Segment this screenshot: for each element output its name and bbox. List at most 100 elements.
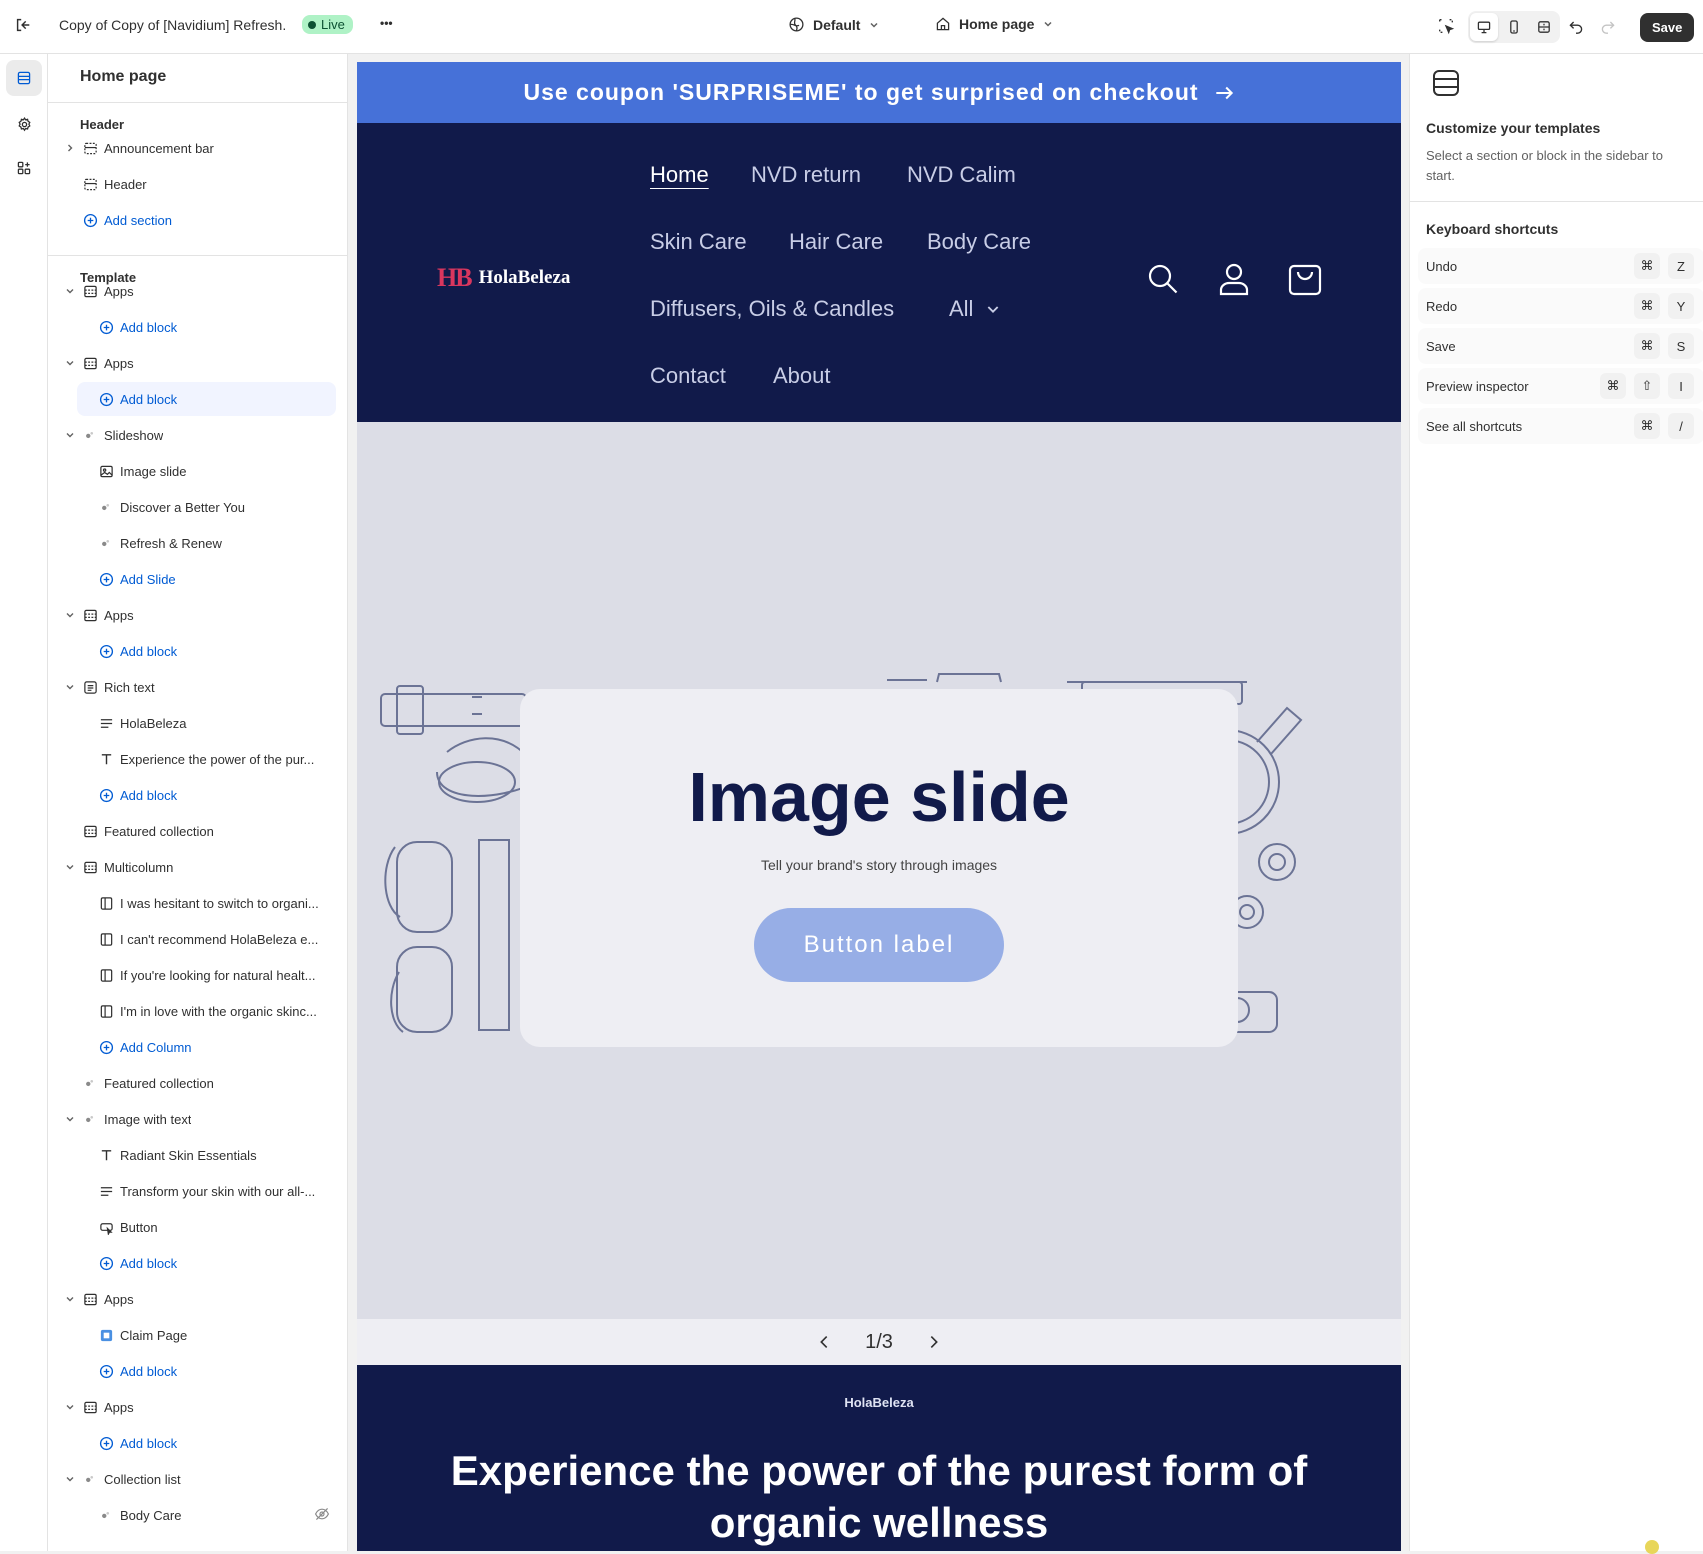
exit-icon[interactable] xyxy=(9,11,37,39)
block-row[interactable]: Claim Page xyxy=(48,1317,347,1353)
section-row[interactable]: Collection list xyxy=(48,1461,347,1497)
section-row[interactable]: Featured collection xyxy=(48,1065,347,1101)
block-row[interactable]: Image slide xyxy=(48,453,347,489)
desktop-icon[interactable] xyxy=(1470,13,1498,41)
row-label: Announcement bar xyxy=(104,140,214,156)
add-item-button[interactable]: Add Column xyxy=(48,1029,347,1065)
nav-nvd-calim[interactable]: NVD Calim xyxy=(907,162,1016,188)
section-header[interactable]: Header xyxy=(48,166,347,202)
page-selector[interactable]: Home page xyxy=(935,16,1054,32)
account-icon[interactable] xyxy=(1216,261,1252,297)
block-row[interactable]: I can't recommend HolaBeleza e... xyxy=(48,921,347,957)
store-logo[interactable]: HB HolaBeleza xyxy=(437,263,570,293)
chevron-down-icon[interactable] xyxy=(64,1293,76,1305)
section-row[interactable]: Apps xyxy=(48,1281,347,1317)
add-item-button[interactable]: Add block xyxy=(48,381,347,417)
block-row[interactable]: Discover a Better You xyxy=(48,489,347,525)
chevron-down-icon[interactable] xyxy=(64,1473,76,1485)
text-lines-icon xyxy=(98,1183,114,1199)
plus-circle-icon xyxy=(98,643,114,659)
settings-gear-icon[interactable] xyxy=(6,106,42,142)
block-row[interactable]: Button xyxy=(48,1209,347,1245)
block-row[interactable]: Refresh & Renew xyxy=(48,525,347,561)
row-label: Header xyxy=(104,176,147,192)
row-label: Rich text xyxy=(104,679,155,695)
nav-nvd-return[interactable]: NVD return xyxy=(751,162,861,188)
section-row[interactable]: Featured collection xyxy=(48,813,347,849)
add-item-button[interactable]: Add block xyxy=(48,1245,347,1281)
chevron-down-icon[interactable] xyxy=(64,285,76,297)
section-row[interactable]: Rich text xyxy=(48,669,347,705)
eye-off-icon[interactable] xyxy=(314,1506,330,1525)
add-item-button[interactable]: Add Slide xyxy=(48,561,347,597)
section-row[interactable]: Apps xyxy=(48,597,347,633)
theme-selector[interactable]: Default xyxy=(788,16,880,33)
chevron-down-icon[interactable] xyxy=(64,357,76,369)
nav-contact[interactable]: Contact xyxy=(650,363,726,389)
section-row[interactable]: Multicolumn xyxy=(48,849,347,885)
chevron-down-icon[interactable] xyxy=(64,861,76,873)
mobile-icon[interactable] xyxy=(1500,13,1528,41)
section-announcement-bar[interactable]: Announcement bar xyxy=(48,130,347,166)
block-row[interactable]: HolaBeleza xyxy=(48,705,347,741)
shortcut-row: Preview inspector ⌘ ⇧ I xyxy=(1418,368,1703,404)
block-row[interactable]: Transform your skin with our all-... xyxy=(48,1173,347,1209)
chevron-right-icon[interactable] xyxy=(925,1333,943,1351)
nav-diffusers[interactable]: Diffusers, Oils & Candles xyxy=(650,296,894,322)
app-embeds-icon[interactable] xyxy=(6,150,42,186)
section-row[interactable]: Slideshow xyxy=(48,417,347,453)
nav-body-care[interactable]: Body Care xyxy=(927,229,1031,255)
shortcut-name: Save xyxy=(1426,338,1456,354)
block-row[interactable]: Experience the power of the pur... xyxy=(48,741,347,777)
block-row[interactable]: Radiant Skin Essentials xyxy=(48,1137,347,1173)
slideshow: Image slide Tell your brand's story thro… xyxy=(357,422,1401,1319)
logo-text: HolaBeleza xyxy=(478,267,571,288)
section-row[interactable]: Apps xyxy=(48,345,347,381)
announcement-bar[interactable]: Use coupon 'SURPRISEME' to get surprised… xyxy=(357,62,1401,123)
column-icon xyxy=(98,967,114,983)
chevron-down-icon[interactable] xyxy=(64,1113,76,1125)
nav-home[interactable]: Home xyxy=(650,162,709,188)
block-row[interactable]: I'm in love with the organic skinc... xyxy=(48,993,347,1029)
sections-icon[interactable] xyxy=(6,60,42,96)
search-icon[interactable] xyxy=(1145,261,1181,297)
more-actions-button[interactable]: ••• xyxy=(380,16,393,30)
divider xyxy=(1410,201,1703,202)
nav-hair-care[interactable]: Hair Care xyxy=(789,229,883,255)
chevron-right-icon[interactable] xyxy=(64,142,76,154)
block-row[interactable]: I was hesitant to switch to organi... xyxy=(48,885,347,921)
nav-about[interactable]: About xyxy=(773,363,831,389)
left-rail xyxy=(0,54,48,1551)
row-label: I can't recommend HolaBeleza e... xyxy=(120,931,319,947)
section-row[interactable]: Apps xyxy=(48,273,347,309)
chevron-down-icon[interactable] xyxy=(64,1401,76,1413)
rich-text-icon xyxy=(82,679,98,695)
add-item-button[interactable]: Add block xyxy=(48,1425,347,1461)
row-label: Image with text xyxy=(104,1111,192,1127)
section-row[interactable]: Apps xyxy=(48,1389,347,1425)
cart-icon[interactable] xyxy=(1287,261,1323,297)
block-row[interactable]: If you're looking for natural healt... xyxy=(48,957,347,993)
redo-icon[interactable] xyxy=(1594,12,1622,40)
add-item-button[interactable]: Add block xyxy=(48,777,347,813)
nav-skin-care[interactable]: Skin Care xyxy=(650,229,747,255)
row-label: I was hesitant to switch to organi... xyxy=(120,895,319,911)
chevron-down-icon[interactable] xyxy=(64,609,76,621)
inspector-icon[interactable] xyxy=(1432,12,1460,40)
add-item-button[interactable]: Add block xyxy=(48,1353,347,1389)
chevron-down-icon[interactable] xyxy=(64,681,76,693)
add-item-button[interactable]: Add block xyxy=(48,309,347,345)
section-row[interactable]: Image with text xyxy=(48,1101,347,1137)
add-section-button[interactable]: Add section xyxy=(48,202,347,238)
add-item-button[interactable]: Add block xyxy=(48,633,347,669)
nav-all[interactable]: All xyxy=(949,296,1001,322)
home-icon xyxy=(936,17,950,31)
save-button[interactable]: Save xyxy=(1640,13,1695,42)
assistant-button[interactable] xyxy=(1645,1540,1659,1554)
slide-button[interactable]: Button label xyxy=(754,908,1004,982)
block-row[interactable]: Body Care xyxy=(48,1497,347,1533)
chevron-down-icon[interactable] xyxy=(64,429,76,441)
fullscreen-icon[interactable] xyxy=(1530,13,1558,41)
undo-icon[interactable] xyxy=(1562,12,1590,40)
chevron-left-icon[interactable] xyxy=(815,1333,833,1351)
